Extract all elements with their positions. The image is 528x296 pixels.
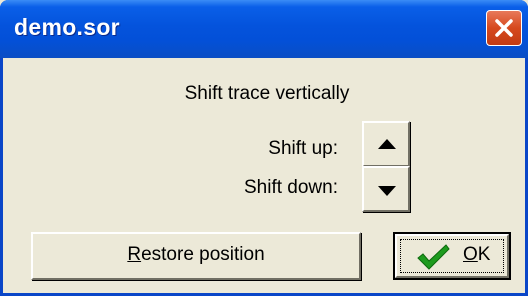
ok-label: OK xyxy=(463,244,490,266)
dialog-heading: Shift trace vertically xyxy=(184,83,350,104)
restore-position-button[interactable]: Restore position xyxy=(31,232,361,280)
shift-up-button[interactable] xyxy=(362,121,410,167)
dialog-window: demo.sor Shift trace vertically Shift up… xyxy=(0,0,528,296)
ok-button[interactable]: OK xyxy=(392,231,512,281)
restore-mnemonic: R xyxy=(127,244,142,265)
shift-up-label: Shift up: xyxy=(268,138,338,159)
ok-label-rest: K xyxy=(477,244,491,265)
close-icon xyxy=(495,19,513,37)
checkmark-icon xyxy=(417,244,450,270)
ok-mnemonic: O xyxy=(463,244,478,265)
restore-label: estore position xyxy=(141,244,265,265)
shift-down-button[interactable] xyxy=(362,166,410,212)
close-button[interactable] xyxy=(486,10,522,46)
triangle-up-icon xyxy=(378,139,396,149)
triangle-down-icon xyxy=(378,186,396,196)
window-title: demo.sor xyxy=(14,14,120,40)
title-bar[interactable]: demo.sor xyxy=(0,0,528,58)
shift-down-label: Shift down: xyxy=(244,177,338,198)
